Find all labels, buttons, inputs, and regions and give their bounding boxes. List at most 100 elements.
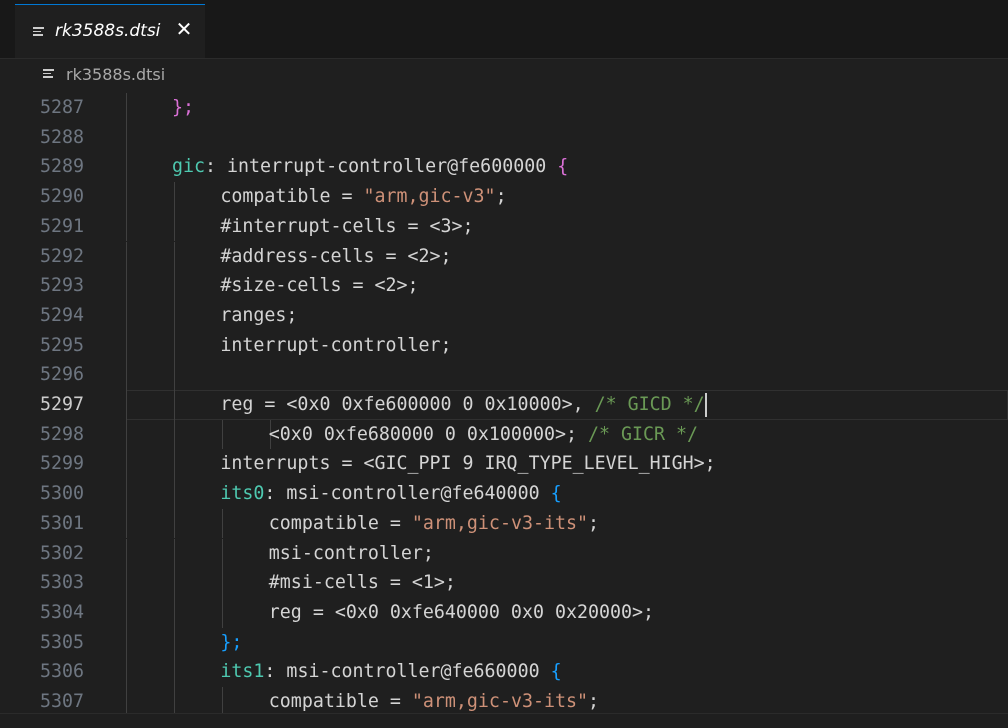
code-line[interactable]: 5297 reg = <0x0 0xfe600000 0 0x10000>, /*… <box>0 390 1008 420</box>
code-line[interactable]: 5291 #interrupt-cells = <3>; <box>0 211 1008 242</box>
code-line[interactable]: 5303 #msi-cells = <1>; <box>0 568 1008 598</box>
code-line[interactable]: 5287}; <box>0 93 1008 123</box>
line-number: 5288 <box>39 126 84 148</box>
code-area: reg = <0x0 0xfe600000 0 0x10000>, /* GIC… <box>126 390 1008 420</box>
indent-guide <box>174 182 175 212</box>
code-line[interactable]: 5298 <0x0 0xfe680000 0 0x100000>; /* GICR… <box>0 419 1008 450</box>
code-area: #address-cells = <2>; <box>126 241 1008 272</box>
indent-guide <box>174 597 175 628</box>
indent-guide <box>174 390 175 420</box>
code-text: <0x0 0xfe680000 0 0x100000>; /* GICR */ <box>269 420 698 450</box>
code-area: reg = <0x0 0xfe640000 0x0 0x20000>; <box>126 597 1008 628</box>
indent-guide <box>126 508 127 539</box>
code-area: <0x0 0xfe680000 0 0x100000>; /* GICR */ <box>126 419 1008 450</box>
code-editor[interactable]: 5287}; 5288 5289 gic: interrupt-controller@… <box>0 93 1008 727</box>
indent-guide <box>126 360 127 390</box>
code-token: compatible = <box>220 186 364 208</box>
lines-file-icon <box>43 69 54 79</box>
tab-rk3588s-dtsi[interactable]: rk3588s.dtsi ✕ <box>15 4 205 58</box>
code-line[interactable]: 5301 compatible = "arm,gic-v3-its"; <box>0 508 1008 539</box>
indent-guide <box>126 152 127 183</box>
code-line[interactable]: 5304 reg = <0x0 0xfe640000 0x0 0x20000>; <box>0 597 1008 628</box>
indent-guide <box>126 241 127 272</box>
code-area: compatible = "arm,gic-v3-its"; <box>126 508 1008 539</box>
code-area: }; <box>126 93 1008 123</box>
code-text: #msi-cells = <1>; <box>269 568 456 598</box>
code-token: /* GICD */ <box>594 394 705 415</box>
code-line[interactable]: 5290 compatible = "arm,gic-v3"; <box>0 182 1008 212</box>
line-number: 5301 <box>39 512 84 534</box>
breadcrumb-item-file[interactable]: rk3588s.dtsi <box>66 65 165 84</box>
close-icon[interactable]: ✕ <box>173 18 195 40</box>
code-line[interactable]: 5293 #size-cells = <2>; <box>0 271 1008 301</box>
code-token: its1 <box>220 661 265 683</box>
indent-guide <box>174 479 175 509</box>
code-token: ranges; <box>220 304 298 326</box>
code-area: interrupt-controller; <box>126 330 1008 361</box>
code-text: compatible = "arm,gic-v3-its"; <box>269 509 599 539</box>
code-line[interactable]: 5305}; <box>0 627 1008 658</box>
code-line[interactable]: 5292 #address-cells = <2>; <box>0 241 1008 272</box>
code-token: interrupt-controller; <box>220 334 452 356</box>
code-token: reg = <0x0 0xfe640000 0x0 0x20000>; <box>268 601 655 623</box>
code-area: msi-controller; <box>126 538 1008 569</box>
code-token: interrupts = <GIC_PPI 9 IRQ_TYPE_LEVEL_H… <box>220 453 716 475</box>
indent-guide <box>222 538 223 569</box>
code-token: "arm,gic-v3-its" <box>411 691 588 712</box>
indent-guide <box>126 330 127 361</box>
code-token: compatible = <box>268 512 412 534</box>
code-line[interactable]: 5289 gic: interrupt-controller@fe600000 { <box>0 152 1008 183</box>
code-line[interactable]: 5300 its0: msi-controller@fe640000 { <box>0 479 1008 509</box>
indent-guide <box>174 657 175 687</box>
code-token: <0x0 0xfe680000 0 0x100000>; <box>268 423 588 445</box>
indent-guide <box>174 419 175 450</box>
code-text: }; <box>172 93 194 123</box>
tab-label: rk3588s.dtsi <box>55 21 161 41</box>
horizontal-scrollbar[interactable] <box>0 713 1008 728</box>
code-area: }; <box>126 627 1008 658</box>
code-token: "arm,gic-v3-its" <box>411 512 588 534</box>
code-line[interactable]: 5302 msi-controller; <box>0 538 1008 569</box>
code-token: "arm,gic-v3" <box>363 186 496 208</box>
code-text: gic: interrupt-controller@fe600000 { <box>172 152 568 182</box>
code-line[interactable]: 5299 interrupts = <GIC_PPI 9 IRQ_TYPE_LEV… <box>0 449 1008 480</box>
code-text: its1: msi-controller@fe660000 { <box>220 657 561 687</box>
code-line[interactable]: 5306 its1: msi-controller@fe660000 { <box>0 657 1008 687</box>
line-number: 5304 <box>39 601 84 623</box>
breadcrumb: rk3588s.dtsi <box>0 59 1008 93</box>
indent-guide <box>174 508 175 539</box>
indent-guide <box>126 419 127 450</box>
code-line[interactable]: 5294 ranges; <box>0 300 1008 331</box>
line-number: 5289 <box>39 156 84 178</box>
code-token: #msi-cells = <1>; <box>268 572 456 594</box>
code-token: ; <box>588 512 600 534</box>
code-text: interrupt-controller; <box>220 331 451 361</box>
code-token: msi-controller; <box>268 542 434 564</box>
code-text: reg = <0x0 0xfe600000 0 0x10000>, /* GIC… <box>220 390 704 420</box>
indent-guide <box>126 300 127 331</box>
code-token: }; <box>172 97 195 118</box>
indent-guide <box>174 271 175 301</box>
code-token: : msi-controller@fe660000 <box>264 661 551 683</box>
indent-guide <box>126 627 127 658</box>
code-line[interactable]: 5288 <box>0 122 1008 153</box>
indent-guide <box>222 508 223 539</box>
code-area: compatible = "arm,gic-v3"; <box>126 182 1008 212</box>
indent-guide <box>174 211 175 242</box>
code-area: #interrupt-cells = <3>; <box>126 211 1008 242</box>
line-number: 5305 <box>39 631 84 653</box>
indent-guide <box>174 568 175 598</box>
code-token: }; <box>220 631 243 653</box>
indent-guide <box>174 241 175 272</box>
code-text: its0: msi-controller@fe640000 { <box>220 479 561 509</box>
editor-tab-bar: rk3588s.dtsi ✕ <box>0 0 1008 59</box>
code-area: its1: msi-controller@fe660000 { <box>126 657 1008 687</box>
line-number: 5302 <box>39 542 84 564</box>
code-token: : interrupt-controller@fe600000 <box>205 156 558 178</box>
code-text: #address-cells = <2>; <box>220 242 451 272</box>
code-token: #size-cells = <2>; <box>220 275 419 297</box>
line-number: 5299 <box>39 453 84 475</box>
code-line[interactable]: 5296 <box>0 360 1008 390</box>
indent-guide <box>126 271 127 301</box>
code-line[interactable]: 5295 interrupt-controller; <box>0 330 1008 361</box>
